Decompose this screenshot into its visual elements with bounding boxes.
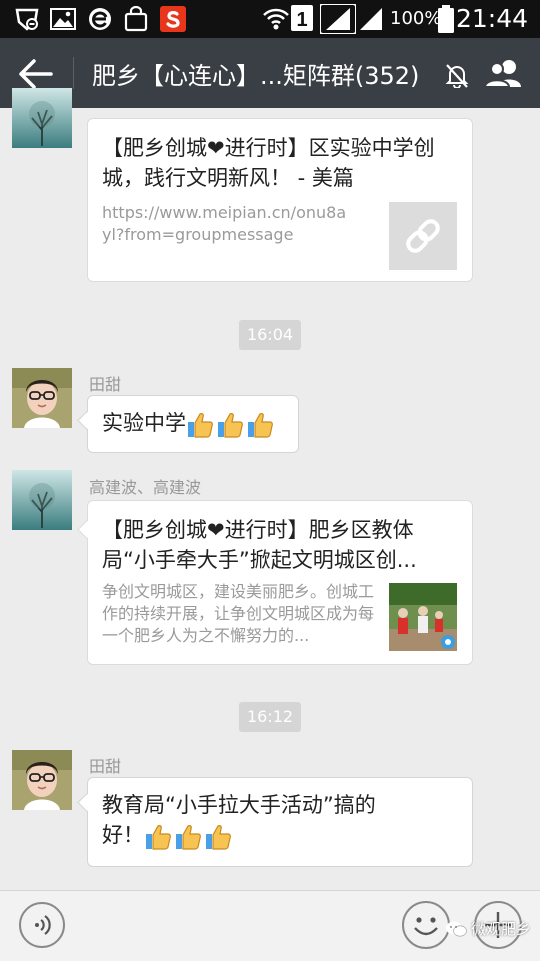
- chat-title: 肥乡【心连心】...矩阵群(352): [92, 62, 420, 90]
- thumbs-up-icon: [206, 825, 231, 850]
- message-bubble[interactable]: 教育局“小手拉大手活动”搞的 好！: [77, 777, 473, 867]
- sender-name: 田甜: [89, 375, 122, 394]
- battery-percent: 100%: [390, 8, 442, 29]
- sender-name: 田甜: [89, 757, 122, 776]
- wechat-logo-icon: [446, 921, 467, 936]
- link-card-title: 【肥乡创城❤进行时】肥乡区教体局“小手牵大手”掀起文明城区创...: [102, 518, 417, 572]
- battery-icon: [438, 5, 454, 33]
- shopping-bag-icon: [124, 6, 148, 32]
- thumbs-up-icon: [218, 413, 243, 438]
- svg-text:1: 1: [296, 9, 307, 31]
- watermark-text: 微观肥乡: [471, 920, 532, 938]
- thumbs-up-icon: [176, 825, 201, 850]
- link-card-description: 争创文明城区，建设美丽肥乡。创城工作的持续开展，让争创文明城区成为每一个肥乡人为…: [102, 582, 375, 645]
- link-card-url: https://www.meipian.cn/onu8ayl?from=grou…: [102, 203, 347, 244]
- thumbs-up-icon: [146, 825, 171, 850]
- link-card[interactable]: 【肥乡创城❤进行时】区实验中学创城，践行文明新风！ - 美篇 https://w…: [87, 118, 473, 282]
- signal-strength-icon: [320, 4, 356, 34]
- members-icon[interactable]: [483, 58, 524, 92]
- thumbs-up-emoji-group: [186, 409, 276, 439]
- voice-icon[interactable]: [18, 901, 66, 953]
- emoji-icon[interactable]: [401, 900, 451, 954]
- link-card-title: 【肥乡创城❤进行时】区实验中学创城，践行文明新风！ - 美篇: [102, 136, 435, 190]
- message-text: 教育局“小手拉大手活动”搞的: [102, 793, 376, 817]
- vpn-shield-icon: [14, 7, 40, 31]
- wechat-watermark: 微观肥乡: [445, 918, 531, 939]
- signal-strength-2-icon: [358, 6, 384, 32]
- clock: 21:44: [455, 4, 528, 33]
- avatar[interactable]: [12, 368, 72, 428]
- article-thumbnail: [389, 583, 457, 651]
- avatar[interactable]: [12, 88, 72, 148]
- link-card[interactable]: 【肥乡创城❤进行时】肥乡区教体局“小手牵大手”掀起文明城区创... 争创文明城区…: [77, 500, 473, 665]
- status-bar: 1 100% 21:44: [0, 0, 540, 38]
- browser-e-icon: [87, 7, 113, 31]
- sim-slot-icon: 1: [291, 5, 313, 31]
- thumbs-up-icon: [248, 413, 273, 438]
- mute-icon: [444, 62, 470, 92]
- time-divider: 16:04: [239, 320, 301, 350]
- time-divider: 16:12: [239, 702, 301, 732]
- link-icon: [406, 219, 440, 253]
- thumbs-up-icon: [188, 413, 213, 438]
- avatar[interactable]: [12, 470, 72, 530]
- sender-name: 高建波、高建波: [89, 478, 202, 497]
- back-arrow-icon[interactable]: [18, 58, 54, 90]
- message-text-line2: 好！: [102, 823, 144, 847]
- wifi-icon: [262, 4, 290, 32]
- sogou-input-icon: [160, 6, 186, 32]
- message-bubble[interactable]: 实验中学: [77, 395, 299, 453]
- chat-title-bar: 肥乡【心连心】...矩阵群(352): [0, 38, 540, 108]
- avatar[interactable]: [12, 750, 72, 810]
- message-text: 实验中学: [102, 411, 186, 435]
- title-divider: [73, 57, 74, 89]
- thumbs-up-emoji-group: [144, 821, 234, 851]
- link-thumbnail: [389, 202, 457, 270]
- gallery-icon: [50, 8, 76, 30]
